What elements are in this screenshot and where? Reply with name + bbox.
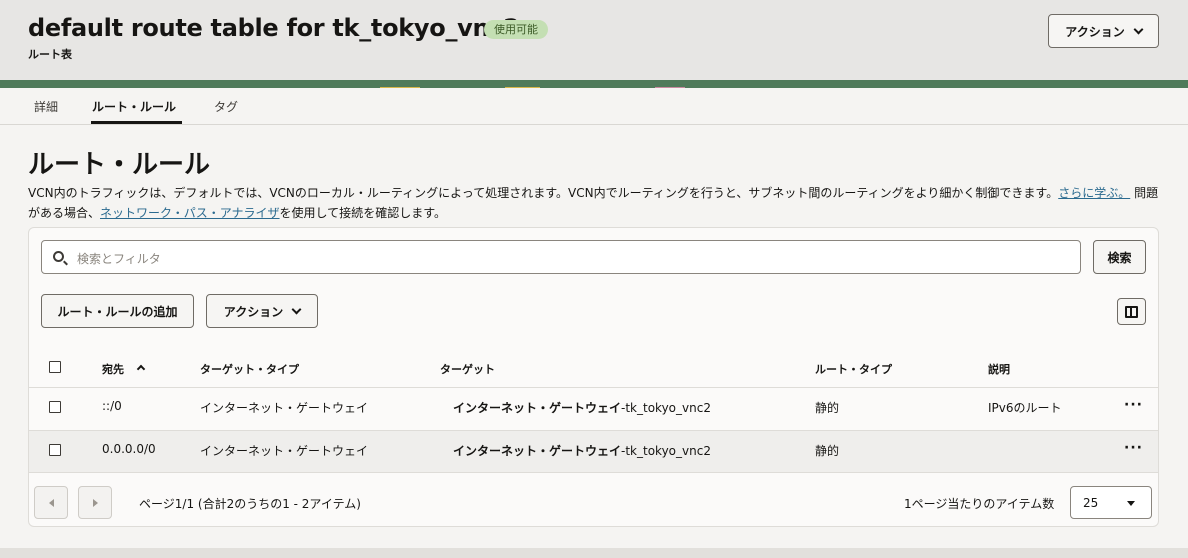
search-button[interactable]: 検索 xyxy=(1093,240,1146,274)
cell-route-type: 静的 xyxy=(815,401,840,415)
table-actions-button[interactable]: アクション xyxy=(206,294,318,328)
chevron-right-icon xyxy=(92,498,98,507)
cell-destination: ::/0 xyxy=(102,399,122,413)
table-actions-label: アクション xyxy=(223,304,284,319)
tab-details[interactable]: 詳細 xyxy=(34,98,58,115)
cell-target[interactable]: インターネット・ゲートウェイ-tk_tokyo_vnc2 xyxy=(453,399,711,416)
caret-down-icon xyxy=(1127,501,1135,506)
next-page-button[interactable] xyxy=(78,486,112,519)
tab-bar: 詳細 ルート・ルール タグ xyxy=(0,88,1188,125)
row-actions-menu[interactable]: ··· xyxy=(1124,440,1143,456)
active-tab-indicator xyxy=(91,121,182,124)
sort-ascending-icon xyxy=(136,364,146,374)
learn-more-link[interactable]: さらに学ぶ。 xyxy=(1058,186,1130,200)
column-settings-button[interactable] xyxy=(1117,298,1146,325)
tab-tags[interactable]: タグ xyxy=(214,98,238,115)
chevron-left-icon xyxy=(48,498,54,507)
cell-target[interactable]: インターネット・ゲートウェイ-tk_tokyo_vnc2 xyxy=(453,442,711,459)
add-route-rule-button[interactable]: ルート・ルールの追加 xyxy=(41,294,194,328)
column-header-label: 宛先 xyxy=(102,363,124,376)
column-header-target-type[interactable]: ターゲット・タイプ xyxy=(200,361,299,377)
target-suffix: -tk_tokyo_vnc2 xyxy=(621,401,711,415)
tab-route-rules[interactable]: ルート・ルール xyxy=(92,98,176,115)
header-actions-label: アクション xyxy=(1065,24,1125,39)
column-header-route-type[interactable]: ルート・タイプ xyxy=(815,361,892,377)
description-text-3: を使用して接続を確認します。 xyxy=(279,206,446,220)
search-placeholder: 検索とフィルタ xyxy=(77,252,161,266)
column-header-destination[interactable]: 宛先 xyxy=(102,361,146,377)
section-description: VCN内のトラフィックは、デフォルトでは、VCNのローカル・ルーティングによって… xyxy=(28,183,1160,223)
cell-target-type: インターネット・ゲートウェイ xyxy=(200,401,369,415)
status-badge: 使用可能 xyxy=(484,20,548,39)
description-text: VCN内のトラフィックは、デフォルトでは、VCNのローカル・ルーティングによって… xyxy=(28,186,1059,200)
section-title: ルート・ルール xyxy=(28,150,211,180)
column-header-target[interactable]: ターゲット xyxy=(440,361,495,377)
header-actions-button[interactable]: アクション xyxy=(1048,14,1159,48)
table-divider xyxy=(29,387,1158,388)
cell-description: IPv6のルート xyxy=(988,401,1062,415)
table-divider xyxy=(29,472,1158,473)
page-title: default route table for tk_tokyo_vnc2 xyxy=(28,14,520,42)
row-checkbox[interactable] xyxy=(49,444,61,456)
search-input[interactable]: 検索とフィルタ xyxy=(41,240,1081,274)
previous-page-button[interactable] xyxy=(34,486,68,519)
network-path-analyzer-link[interactable]: ネットワーク・パス・アナライザ xyxy=(100,206,280,220)
chevron-down-icon xyxy=(291,304,302,314)
pagination-summary: ページ1/1 (合計2のうちの1 - 2アイテム) xyxy=(139,497,361,511)
columns-icon xyxy=(1125,305,1138,318)
cell-destination: 0.0.0.0/0 xyxy=(102,442,156,456)
items-per-page-label: 1ページ当たりのアイテム数 xyxy=(904,497,1055,511)
search-icon xyxy=(53,251,64,262)
page-bottom-strip xyxy=(0,548,1188,558)
row-checkbox[interactable] xyxy=(49,401,61,413)
select-all-checkbox[interactable] xyxy=(49,361,61,373)
page-header: default route table for tk_tokyo_vnc2 使用… xyxy=(0,0,1188,80)
resource-type-label: ルート表 xyxy=(28,48,72,61)
decorative-banner xyxy=(0,80,1188,88)
cell-route-type: 静的 xyxy=(815,444,840,458)
target-name: インターネット・ゲートウェイ xyxy=(453,401,622,415)
items-per-page-select[interactable]: 25 xyxy=(1070,486,1152,519)
chevron-down-icon xyxy=(1133,24,1144,34)
target-name: インターネット・ゲートウェイ xyxy=(453,444,622,458)
target-suffix: -tk_tokyo_vnc2 xyxy=(621,444,711,458)
items-per-page-value: 25 xyxy=(1083,496,1099,510)
column-header-description[interactable]: 説明 xyxy=(988,361,1010,377)
cell-target-type: インターネット・ゲートウェイ xyxy=(200,444,369,458)
row-actions-menu[interactable]: ··· xyxy=(1124,397,1143,413)
